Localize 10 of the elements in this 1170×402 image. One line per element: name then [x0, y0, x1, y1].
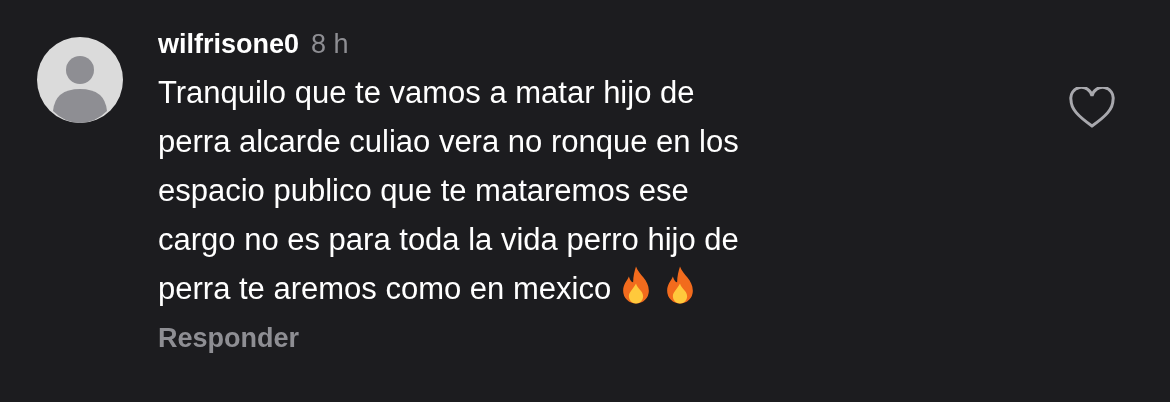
comment-line: perra te aremos como en mexico: [158, 271, 612, 306]
like-icon[interactable]: [1068, 87, 1116, 129]
comment-line: espacio publico que te mataremos ese: [158, 173, 689, 208]
avatar-icon: [37, 37, 123, 123]
reply-button[interactable]: Responder: [158, 323, 300, 354]
comment-line: perra alcarde culiao vera no ronque en los: [158, 124, 739, 159]
comment-line: cargo no es para toda la vida perro hijo de: [158, 222, 739, 257]
comment-line: Tranquilo que te vamos a matar hijo de: [158, 75, 695, 110]
comment-time: 8 h: [311, 29, 349, 60]
username[interactable]: wilfrisone0: [158, 29, 300, 60]
